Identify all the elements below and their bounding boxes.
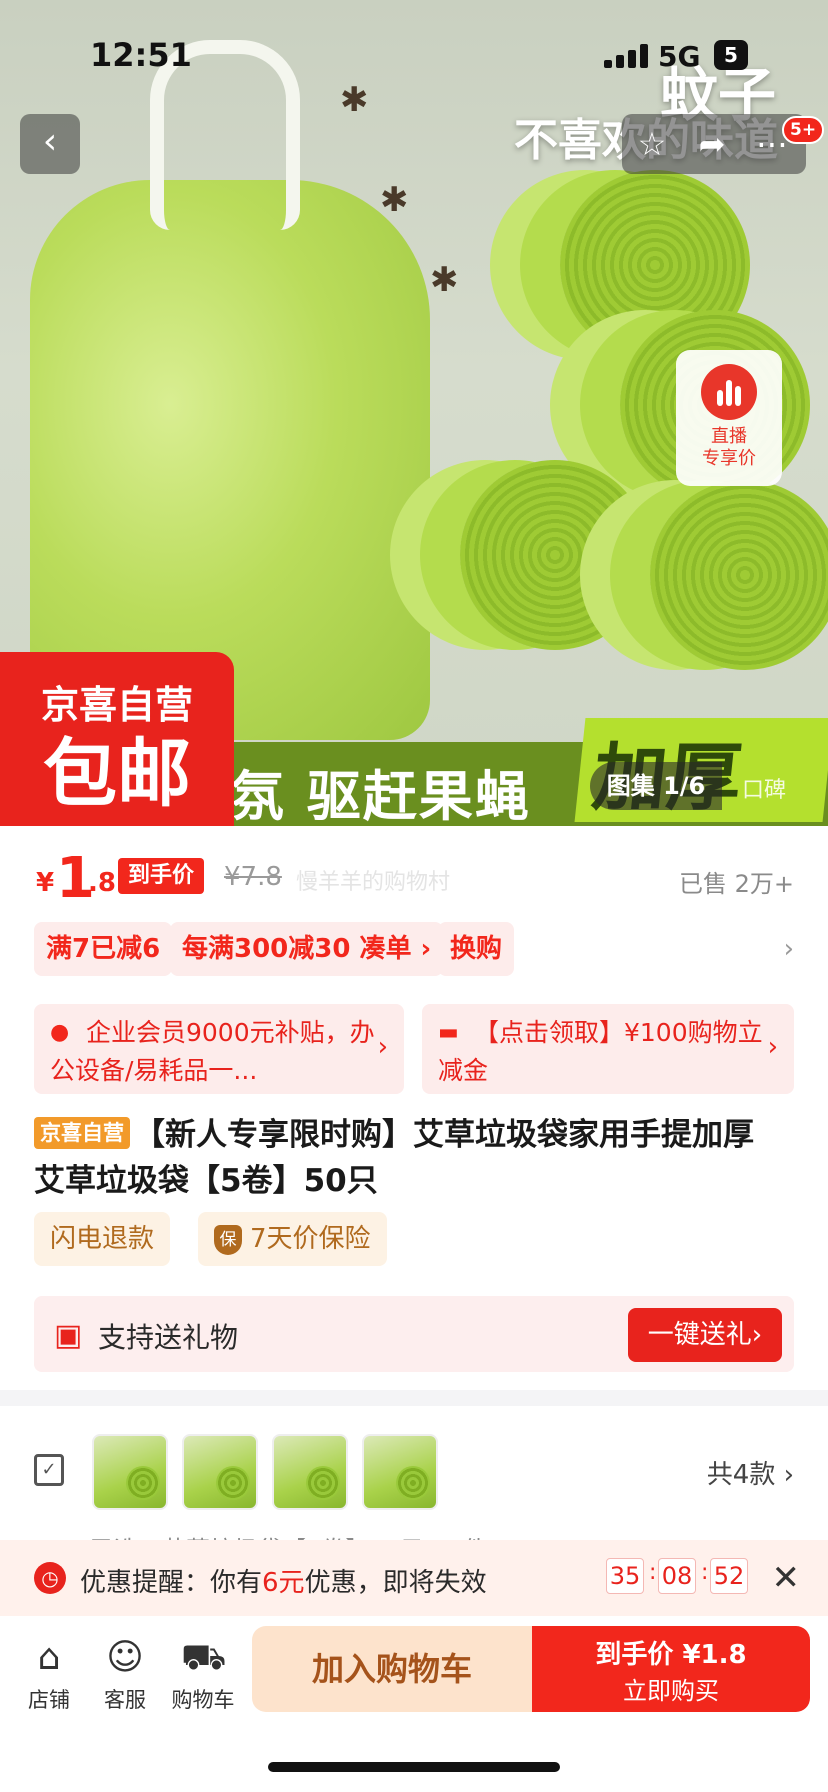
top-action-group: ☆ ➦ ⋯ [622,114,806,174]
countdown-seconds: 52 [710,1558,748,1594]
battery-icon: 5 [714,40,748,70]
network-type: 5G [658,40,701,73]
store-label: 店铺 [28,1688,70,1712]
store-icon: ⌂ [37,1637,61,1678]
chat-icon: ☺ [106,1637,144,1678]
buy-now-button[interactable]: 到手价 ¥1.8 立即购买 [532,1626,810,1712]
service-label: 客服 [104,1688,146,1712]
service-tag[interactable]: 闪电退款 [34,1212,171,1266]
price-row: ¥ 1 .8 到手价 ¥7.8 慢羊羊的购物村 已售 2万+ [34,846,794,916]
mosquito-icon: ✱ [380,180,409,220]
price-currency: ¥ [36,868,55,898]
variant-thumbnail[interactable] [92,1434,168,1510]
promo-tag[interactable]: 满7已减6 [34,922,173,976]
add-to-cart-button[interactable]: 加入购物车 [252,1626,532,1712]
cart-label: 购物车 [171,1688,235,1712]
coupon-benefit-card[interactable]: ▬ 【点击领取】¥100购物立减金 › [422,1004,794,1094]
product-photo-roll [650,480,828,670]
cart-button[interactable]: ⛟ 购物车 [168,1636,238,1714]
status-time: 12:51 [90,36,192,74]
section-divider [0,1390,828,1406]
send-gift-button[interactable]: 一键送礼› [628,1308,782,1362]
variant-thumbnail[interactable] [182,1434,258,1510]
benefit-text: 企业会员9000元补贴，办公设备/易耗品一... [50,1018,375,1085]
notification-badge: 5+ [782,116,825,144]
coupon-reminder-text: 优惠提醒：你有6元优惠，即将失效 [80,1568,487,1598]
watermark: 慢羊羊的购物村 [296,870,451,895]
product-photo-roll [460,460,650,650]
home-indicator[interactable] [268,1762,560,1772]
product-page: ✱ ✱ ✱ 蚊子 不喜欢的味道 氛 驱赶果蝇 加厚款 京喜自营 包邮 直播 专享… [0,0,828,1792]
coupon-reminder-bar[interactable]: ◷ 优惠提醒：你有6元优惠，即将失效 35 : 08 : 52 ✕ [0,1540,828,1616]
product-title: 京喜自营 【新人专享限时购】艾草垃圾袋家用手提加厚 艾草垃圾袋【5卷】50只 [34,1112,794,1204]
close-icon[interactable]: ✕ [772,1558,801,1598]
benefit-text: 【点击领取】¥100购物立减金 [438,1018,763,1085]
buy-now-label: 立即购买 [623,1677,719,1705]
variant-thumbnail[interactable] [272,1434,348,1510]
gallery-counter-label[interactable]: 图集 1/6 [590,762,722,810]
share-icon[interactable]: ➦ [688,120,736,168]
gift-icon: ▣ [54,1318,83,1353]
status-bar: 12:51 5G 5 [0,0,828,100]
back-button[interactable]: ‹ [20,114,80,174]
reviews-tab[interactable]: 口碑 [742,772,786,804]
store-tag: 京喜自营 [34,1117,130,1149]
gift-label: 支持送礼物 [98,1321,239,1354]
live-price-button[interactable]: 直播 专享价 [676,350,782,486]
service-tag-label: 7天价保险 [250,1224,371,1254]
countdown-minutes: 08 [658,1558,696,1594]
gallery-counter[interactable]: 图集 1/6 口碑 [590,762,820,814]
variant-count[interactable]: 共4款 › [707,1454,794,1491]
store-button[interactable]: ⌂ 店铺 [14,1636,84,1714]
promo-tag[interactable]: 换购 [438,922,515,976]
promo-row: 满7已减6 每满300减30 凑单 › 换购 › [34,922,794,978]
alarm-icon: ◷ [34,1562,66,1594]
sold-count: 已售 2万+ [678,870,794,898]
live-price-label: 专享价 [702,448,756,469]
service-tag[interactable]: 保 7天价保险 [198,1212,387,1266]
customer-service-button[interactable]: ☺ 客服 [90,1636,160,1714]
live-label: 直播 [711,426,747,447]
shield-icon: 保 [214,1225,242,1255]
jingxi-free-shipping-badge: 京喜自营 包邮 [0,652,234,826]
product-title-text: 【新人专享限时购】艾草垃圾袋家用手提加厚 艾草垃圾袋【5卷】50只 [34,1117,754,1199]
live-icon [701,364,757,420]
chevron-right-icon[interactable]: › [784,934,794,964]
hand-price-tag: 到手价 [118,858,205,894]
badge-shipping-text: 包邮 [43,731,191,817]
countdown-hours: 35 [606,1558,644,1594]
badge-store-text: 京喜自营 [40,683,193,727]
star-icon[interactable]: ☆ [628,120,676,168]
price-decimal: .8 [88,868,116,898]
promo-tag[interactable]: 每满300减30 凑单 › [170,922,444,976]
cart-icon: ⛟ [181,1637,227,1678]
original-price: ¥7.8 [224,862,282,892]
signal-icon [604,44,650,68]
variant-selector[interactable]: ✓ 共4款 › [0,1420,828,1520]
buy-price-label: 到手价 ¥1.8 [595,1640,747,1670]
hero-slogan: 氛 驱赶果蝇 [230,765,531,826]
mosquito-icon: ✱ [430,260,459,300]
variant-thumbnail[interactable] [362,1434,438,1510]
gift-bar: ▣ 支持送礼物 一键送礼› [34,1296,794,1372]
back-icon: ‹ [42,121,58,162]
coupon-amount: 6元 [262,1568,305,1598]
chevron-right-icon: › [377,1032,388,1062]
list-icon: ✓ [34,1454,64,1486]
chevron-right-icon: › [767,1032,778,1062]
enterprise-benefit-card[interactable]: ● 企业会员9000元补贴，办公设备/易耗品一... › [34,1004,404,1094]
